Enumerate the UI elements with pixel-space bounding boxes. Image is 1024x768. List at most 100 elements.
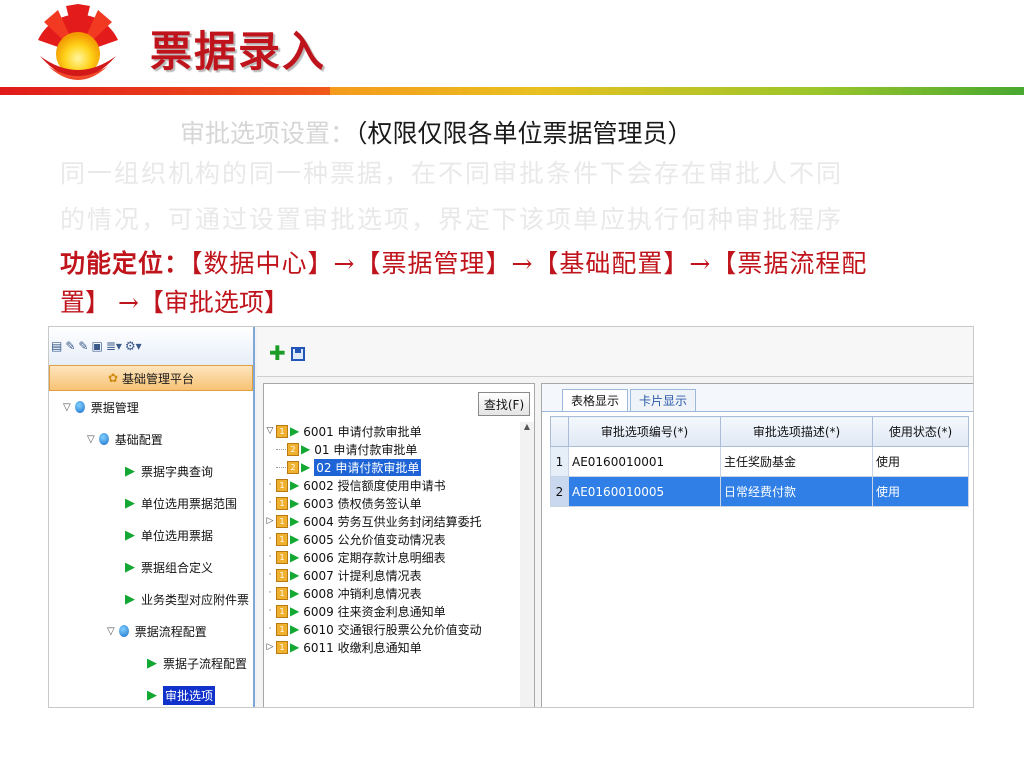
tree-item[interactable]: · 1 ▶ 6002 授信额度使用申请书	[264, 476, 520, 494]
tree-connector: ·	[268, 570, 272, 580]
nav-item-label: 审批选项	[163, 685, 216, 705]
play-icon: ▶	[125, 463, 135, 479]
platform-label: 基础管理平台	[122, 371, 195, 386]
tree-item[interactable]: ▷ 1 ▶ 6004 劳务互供业务封闭结算委托	[264, 512, 520, 530]
list-icon[interactable]: ≣▾	[106, 339, 122, 353]
document-icon: 1	[276, 514, 288, 528]
nav-item-unit-bills[interactable]: ▶ 单位选用票据	[49, 519, 253, 551]
globe-icon	[74, 401, 85, 413]
cell-code[interactable]: AE0160010005	[568, 476, 721, 507]
document-icon: 1	[276, 496, 288, 510]
nav-item-label: 票据流程配置	[134, 624, 207, 639]
tree-item[interactable]: · 1 ▶ 6007 计提利息情况表	[264, 566, 520, 584]
nav-item-approval-options[interactable]: ▶ 审批选项	[49, 679, 253, 707]
platform-header[interactable]: ✿ 基础管理平台	[49, 365, 253, 391]
column-header-status[interactable]: 使用状态(*)	[872, 416, 969, 447]
tree-item-label: 6006 定期存款计息明细表	[303, 550, 446, 565]
tree-item[interactable]: · 1 ▶ 6006 定期存款计息明细表	[264, 548, 520, 566]
tree-item[interactable]: ▽ 1 ▶ 6001 申请付款审批单	[264, 422, 520, 440]
tree-item-label: 6004 劳务互供业务封闭结算委托	[303, 514, 482, 529]
scroll-up-icon[interactable]: ▲	[520, 422, 534, 431]
tree-item-label: 6011 收缴利息通知单	[303, 640, 422, 655]
tree-item[interactable]: · 1 ▶ 6003 债权债务签认单	[264, 494, 520, 512]
tree-connector: ·	[268, 624, 272, 634]
document-icon: 1	[276, 622, 288, 636]
cell-code[interactable]: AE0160010001	[568, 446, 721, 477]
play-icon: ▶	[290, 568, 300, 582]
cell-status[interactable]: 使用	[872, 476, 969, 507]
header-band-red	[0, 87, 330, 95]
tree-connector	[276, 466, 286, 468]
tree-scrollbar[interactable]: ▲	[520, 422, 534, 707]
tree-item[interactable]: · 1 ▶ 6008 冲销利息情况表	[264, 584, 520, 602]
play-icon: ▶	[290, 640, 300, 654]
cell-description[interactable]: 日常经费付款	[720, 476, 873, 507]
nav-item-basic-config[interactable]: ▽ 基础配置	[49, 423, 253, 455]
cell-description[interactable]: 主任奖励基金	[720, 446, 873, 477]
description-line-2: 的情况，可通过设置审批选项，界定下该项单应执行何种审批程序	[60, 205, 844, 234]
play-icon: ▶	[290, 478, 300, 492]
edit-icon[interactable]: ✎	[65, 339, 75, 353]
table-row[interactable]: 1 AE0160010001 主任奖励基金 使用	[550, 446, 969, 477]
tab-card-view[interactable]: 卡片显示	[630, 389, 697, 411]
play-icon: ▶	[147, 655, 157, 671]
nav-item-subflow[interactable]: ▶ 票据子流程配置	[49, 647, 253, 679]
play-icon: ▶	[290, 622, 300, 636]
collapse-arrow-icon[interactable]: ▽	[107, 626, 115, 637]
nav-item-label: 票据组合定义	[141, 560, 214, 575]
save-icon[interactable]	[291, 347, 305, 361]
nav-item-bill-combo[interactable]: ▶ 票据组合定义	[49, 551, 253, 583]
document-icon: 1	[276, 568, 288, 582]
function-path-text: 【数据中心】→【票据管理】→【基础配置】→【票据流程配	[190, 249, 868, 278]
tree-item[interactable]: 2 ▶ 01 申请付款审批单	[264, 440, 520, 458]
document-icon: 1	[276, 478, 288, 492]
tree-item-selected[interactable]: 2 ▶ 02 申请付款审批单	[264, 458, 520, 476]
tree-item[interactable]: · 1 ▶ 6009 往来资金利息通知单	[264, 602, 520, 620]
find-button[interactable]: 查找(F)	[478, 392, 530, 416]
nav-item-flow-config[interactable]: ▽ 票据流程配置	[49, 615, 253, 647]
tree-connector	[276, 448, 286, 450]
network-icon[interactable]: ⚙▾	[125, 339, 142, 353]
bookmark-icon[interactable]: ▤	[51, 339, 62, 353]
nav-item-attachment[interactable]: ▶ 业务类型对应附件票	[49, 583, 253, 615]
app-screenshot: ▤ ✎ ✎ ▣ ≣▾ ⚙▾ ✿ 基础管理平台 ▽ 票据管理 ▽ 基础配置 ▶ 票…	[48, 326, 974, 708]
table-row-selected[interactable]: 2 AE0160010005 日常经费付款 使用	[550, 476, 969, 507]
collapse-icon[interactable]: ▽	[264, 426, 276, 436]
globe-icon	[118, 625, 129, 637]
tree-item[interactable]: ▷ 1 ▶ 6011 收缴利息通知单	[264, 638, 520, 656]
print-icon[interactable]: ▣	[91, 339, 102, 353]
column-header-code[interactable]: 审批选项编号(*)	[568, 416, 721, 447]
edit2-icon[interactable]: ✎	[78, 339, 88, 353]
tab-table-view[interactable]: 表格显示	[562, 389, 629, 411]
nav-item-dictionary[interactable]: ▶ 票据字典查询	[49, 455, 253, 487]
play-icon: ▶	[301, 460, 311, 474]
permission-note: （权限仅限各单位票据管理员）	[355, 119, 693, 148]
left-toolbar: ▤ ✎ ✎ ▣ ≣▾ ⚙▾	[49, 327, 253, 365]
tree-item[interactable]: · 1 ▶ 6005 公允价值变动情况表	[264, 530, 520, 548]
collapse-arrow-icon[interactable]: ▽	[63, 402, 71, 413]
tree-item-label: 6008 冲销利息情况表	[303, 586, 422, 601]
play-icon: ▶	[290, 532, 300, 546]
nav-item-bill-management[interactable]: ▽ 票据管理	[49, 391, 253, 423]
document-icon: 1	[276, 550, 288, 564]
tree-item-label: 02 申请付款审批单	[314, 458, 422, 476]
tree-connector: ·	[268, 588, 272, 598]
document-icon: 1	[276, 424, 288, 438]
tree-item[interactable]: · 1 ▶ 6010 交通银行股票公允价值变动	[264, 620, 520, 638]
collapse-arrow-icon[interactable]: ▽	[87, 434, 95, 445]
expand-icon[interactable]: ▷	[264, 642, 276, 652]
expand-icon[interactable]: ▷	[264, 516, 276, 526]
document-icon: 1	[276, 532, 288, 546]
column-header-description[interactable]: 审批选项描述(*)	[720, 416, 873, 447]
tree-item-label: 6003 债权债务签认单	[303, 496, 422, 511]
row-number: 2	[550, 476, 569, 507]
nav-item-label: 单位选用票据范围	[141, 496, 238, 511]
row-number: 1	[550, 446, 569, 477]
tree-connector: ·	[268, 480, 272, 490]
cell-status[interactable]: 使用	[872, 446, 969, 477]
add-icon[interactable]: ✚	[269, 343, 286, 363]
play-icon: ▶	[290, 586, 300, 600]
play-icon: ▶	[301, 442, 311, 456]
nav-item-unit-range[interactable]: ▶ 单位选用票据范围	[49, 487, 253, 519]
bill-tree-pane: 查找(F) ▽ 1 ▶ 6001 申请付款审批单 2 ▶ 01 申请付款审批单 …	[263, 383, 535, 707]
